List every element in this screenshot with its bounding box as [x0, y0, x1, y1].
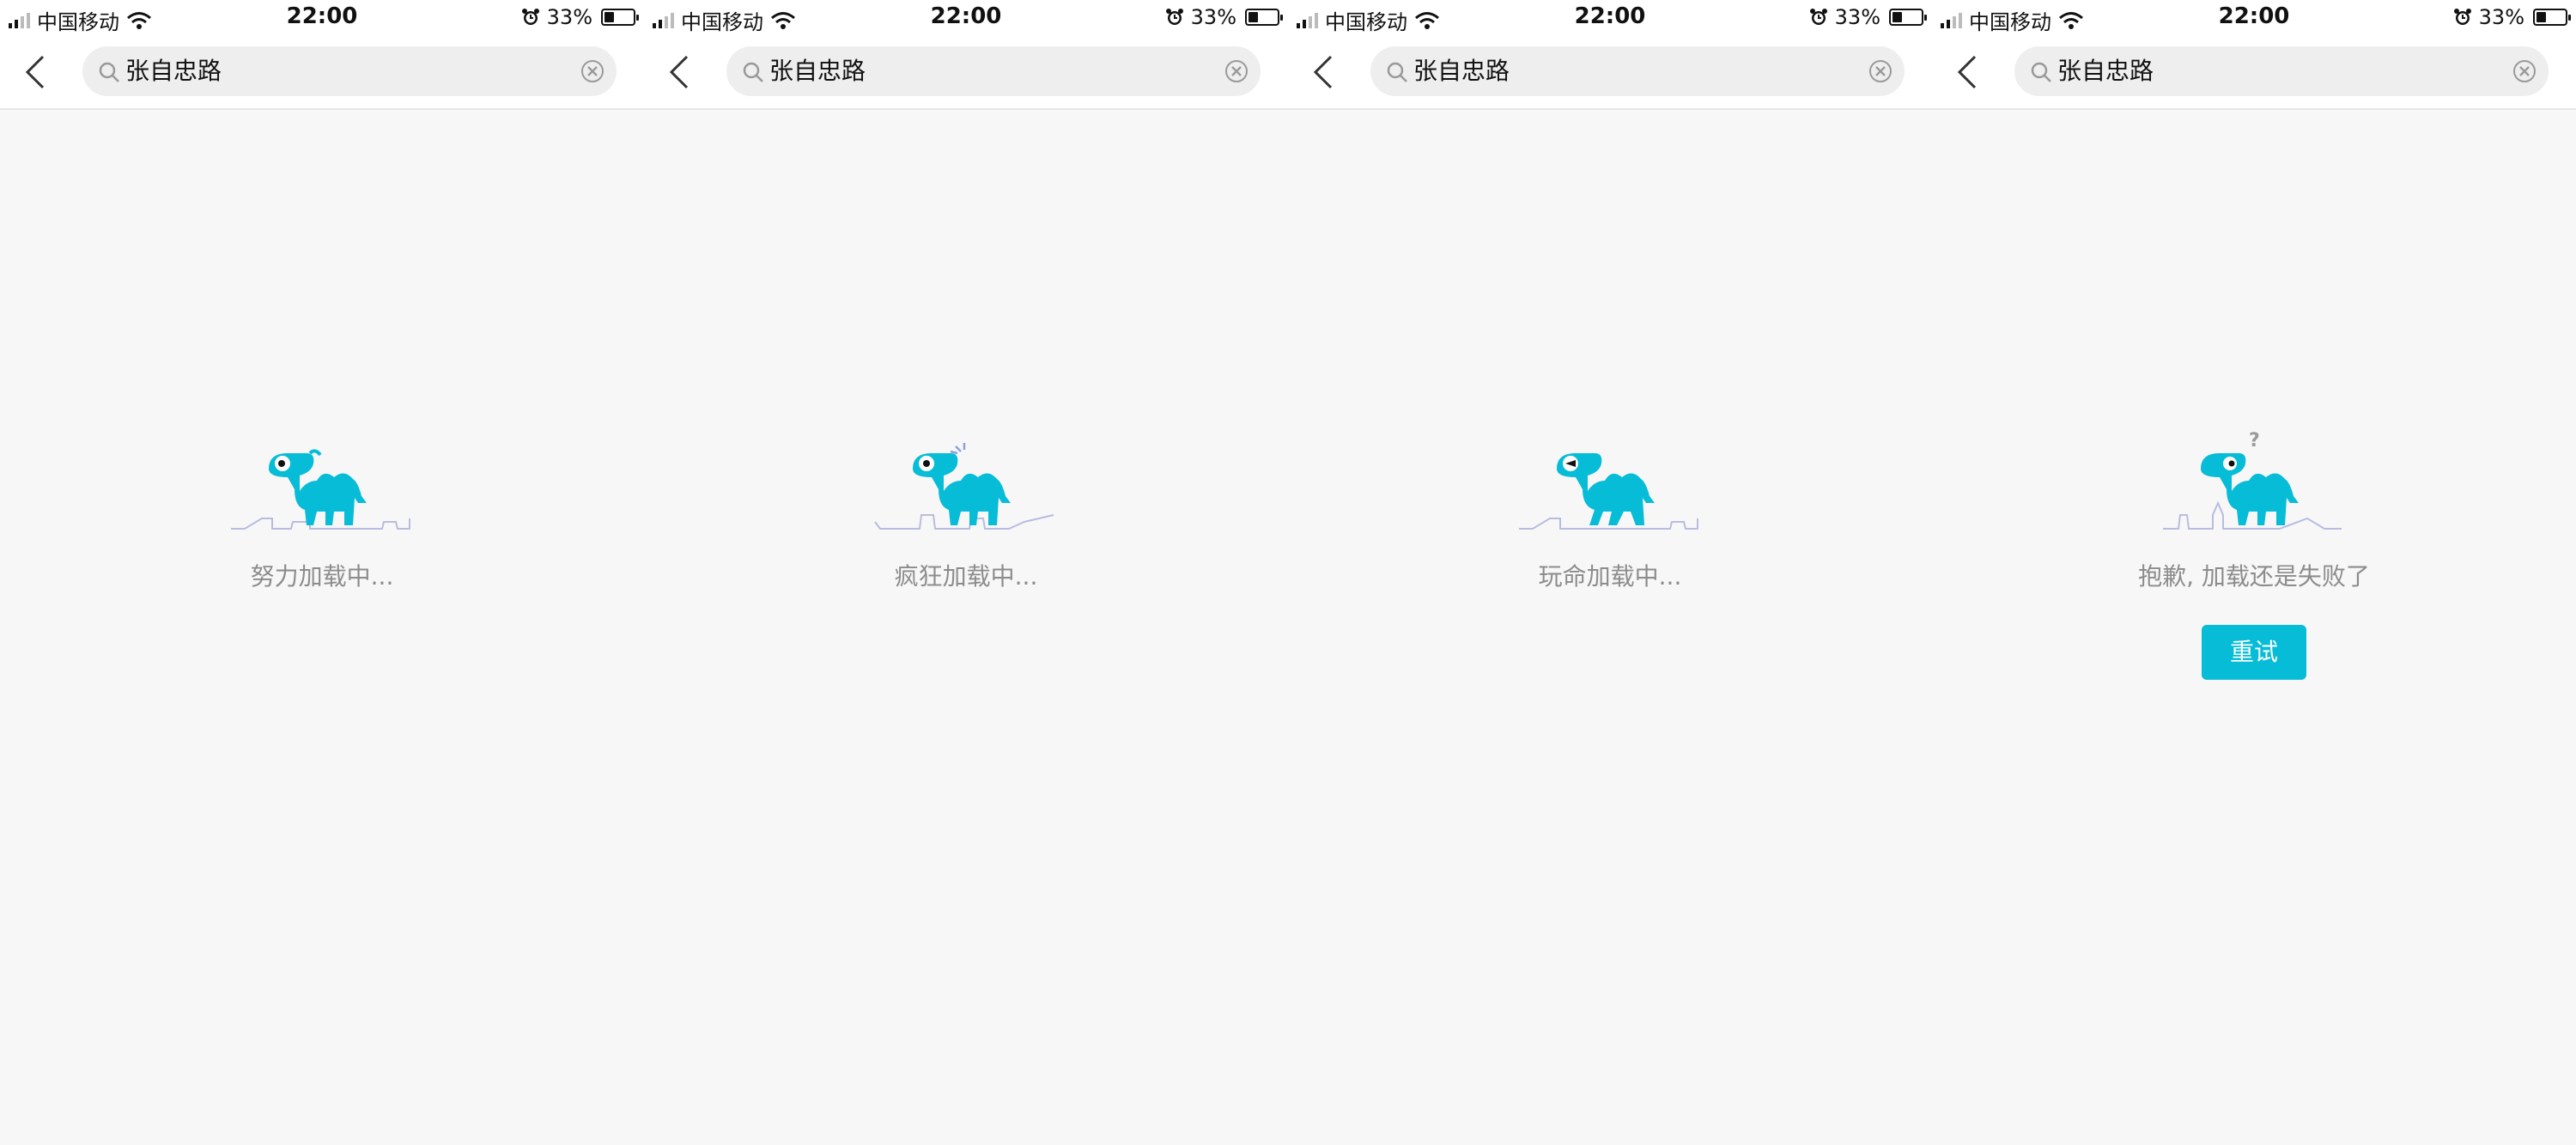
search-query[interactable]: 张自忠路 [769, 55, 866, 88]
search-navbar: 张自忠路 [0, 34, 644, 110]
error-state: ? 抱歉, 加载还是失败了 重试 [1932, 429, 2576, 680]
search-query[interactable]: 张自忠路 [125, 55, 222, 88]
search-input[interactable]: 张自忠路 [82, 46, 617, 96]
search-query[interactable]: 张自忠路 [1413, 55, 1510, 88]
battery-percent: 33% [546, 5, 592, 29]
loading-state: 努力加载中... [0, 429, 644, 592]
battery-percent: 33% [1834, 5, 1880, 29]
loading-message: 玩命加载中... [1538, 562, 1682, 591]
battery-icon [1245, 9, 1283, 26]
screen-loading-1: 中国移动 22:00 33% 张自忠路 努力加载中... [0, 0, 644, 1145]
search-navbar: 张自忠路 [1932, 34, 2576, 110]
battery-icon [1889, 9, 1927, 26]
loading-message: 疯狂加载中... [894, 562, 1038, 591]
search-input[interactable]: 张自忠路 [1370, 46, 1905, 96]
search-icon [1387, 62, 1407, 82]
search-input[interactable]: 张自忠路 [2014, 46, 2549, 96]
status-right: 33% [2453, 5, 2571, 29]
screen-error: 中国移动 22:00 33% 张自忠路 ? 抱歉, 加载还是失败了 重试 [1932, 0, 2576, 1145]
retry-button[interactable]: 重试 [2202, 625, 2306, 680]
status-right: 33% [1809, 5, 1927, 29]
search-icon [2031, 62, 2051, 82]
status-right: 33% [521, 5, 639, 29]
screens-row: 中国移动 22:00 33% 张自忠路 努力加载中... 中国移动 22:00 … [0, 0, 2576, 1145]
search-icon [99, 62, 119, 82]
status-bar: 中国移动 22:00 33% [1932, 0, 2576, 34]
search-navbar: 张自忠路 [644, 34, 1288, 110]
clear-icon[interactable] [580, 59, 605, 83]
battery-percent: 33% [1190, 5, 1236, 29]
screen-loading-3: 中国移动 22:00 33% 张自忠路 玩命加载中... [1288, 0, 1932, 1145]
battery-percent: 33% [2478, 5, 2524, 29]
question-mark-icon: ? [2249, 430, 2260, 451]
clear-icon[interactable] [2512, 59, 2537, 83]
battery-icon [2533, 9, 2571, 26]
camel-mascot-icon [1519, 453, 1698, 530]
clear-icon[interactable] [1868, 59, 1893, 83]
alarm-icon [521, 9, 539, 25]
search-input[interactable]: 张自忠路 [726, 46, 1261, 96]
chevron-left-icon[interactable] [1312, 55, 1334, 89]
alarm-icon [2453, 9, 2471, 25]
loading-message: 努力加载中... [250, 562, 394, 591]
search-icon [743, 62, 763, 82]
camel-mascot-icon [874, 443, 1054, 530]
clear-icon[interactable] [1224, 59, 1249, 83]
chevron-left-icon[interactable] [668, 55, 690, 89]
chevron-left-icon[interactable] [1956, 55, 1978, 89]
battery-icon [601, 9, 639, 26]
error-message: 抱歉, 加载还是失败了 [2138, 562, 2370, 591]
screen-loading-2: 中国移动 22:00 33% 张自忠路 疯狂加载中... [644, 0, 1288, 1145]
status-bar: 中国移动 22:00 33% [0, 0, 644, 34]
loading-state: 疯狂加载中... [644, 429, 1288, 592]
camel-mascot-icon: ? [2163, 430, 2342, 530]
camel-mascot-icon [231, 449, 410, 530]
loading-state: 玩命加载中... [1288, 429, 1932, 592]
search-query[interactable]: 张自忠路 [2057, 55, 2154, 88]
chevron-left-icon[interactable] [24, 55, 46, 89]
alarm-icon [1809, 9, 1827, 25]
alarm-icon [1165, 9, 1183, 25]
status-right: 33% [1165, 5, 1283, 29]
status-bar: 中国移动 22:00 33% [1288, 0, 1932, 34]
status-bar: 中国移动 22:00 33% [644, 0, 1288, 34]
search-navbar: 张自忠路 [1288, 34, 1932, 110]
